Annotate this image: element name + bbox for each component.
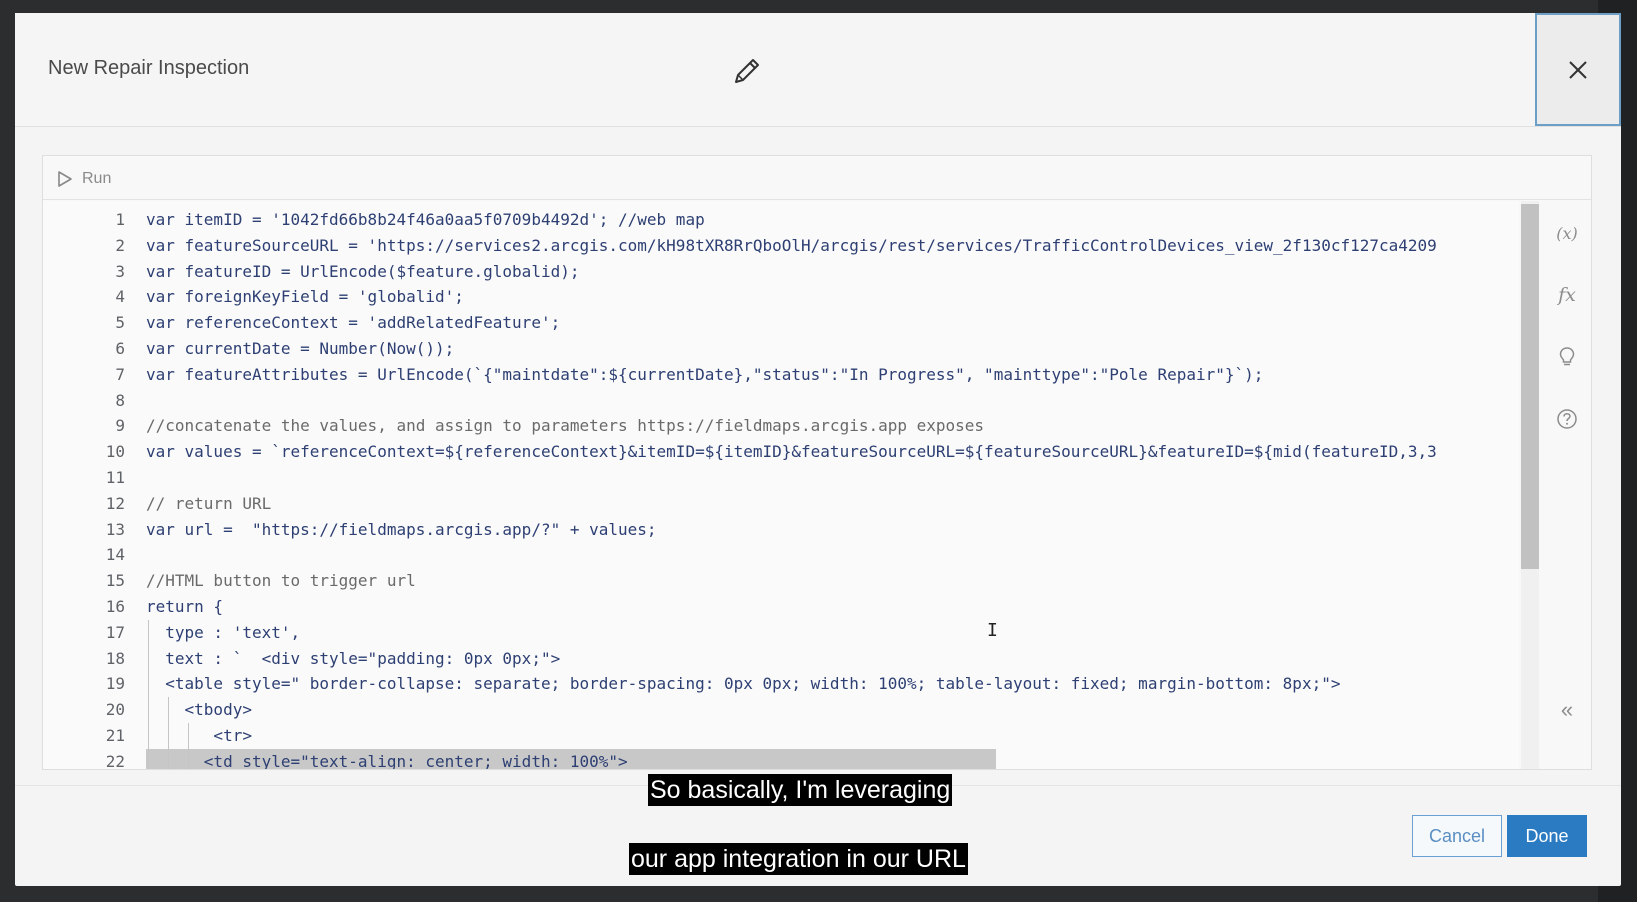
code-line[interactable]: 10 var values = `referenceContext=${refer… xyxy=(43,439,1519,465)
line-number: 17 xyxy=(105,622,125,642)
code-text: return { xyxy=(146,597,224,616)
line-number: 11 xyxy=(105,468,125,487)
run-button[interactable]: Run xyxy=(57,170,111,188)
code-text: type : 'text', xyxy=(146,622,301,642)
line-number: 4 xyxy=(115,287,125,307)
collapse-panel-icon[interactable]: « xyxy=(1553,696,1581,724)
code-line[interactable]: 16 return { xyxy=(43,594,1519,620)
code-line[interactable]: 7 var featureAttributes = UrlEncode(`{"ma… xyxy=(43,362,1519,388)
variables-tool-label: (x) xyxy=(1556,223,1578,243)
code-line[interactable]: 18 text : ` <div style="padding: 0px 0px… xyxy=(43,646,1519,672)
functions-tool-label: fx xyxy=(1558,284,1576,306)
indent-guide xyxy=(148,619,149,769)
code-text: var featureSourceURL = 'https://services… xyxy=(146,235,1437,255)
code-line[interactable]: 2 var featureSourceURL = 'https://service… xyxy=(43,233,1519,259)
line-number: 6 xyxy=(115,339,125,358)
caption-line-1: So basically, I'm leveraging xyxy=(648,774,953,806)
code-text: <table style=" border-collapse: separate… xyxy=(146,674,1341,694)
indent-guide xyxy=(188,723,189,769)
line-number: 8 xyxy=(115,390,125,410)
functions-tool[interactable]: fx xyxy=(1553,281,1581,309)
line-number: 5 xyxy=(115,313,125,333)
dialog-header: New Repair Inspection xyxy=(15,13,1621,127)
cancel-button[interactable]: Cancel xyxy=(1412,815,1502,857)
done-button[interactable]: Done xyxy=(1507,815,1587,857)
code-line[interactable]: 3 var featureID = UrlEncode($feature.glob… xyxy=(43,259,1519,285)
code-line[interactable]: 14 xyxy=(43,542,1519,568)
side-toolbar: (x) fx « xyxy=(1541,201,1591,769)
code-line[interactable]: 11 xyxy=(43,465,1519,491)
line-number: 21 xyxy=(105,726,125,745)
line-number: 16 xyxy=(105,597,125,616)
code-line[interactable]: 9 //concatenate the values, and assign to… xyxy=(43,413,1519,439)
pencil-icon[interactable] xyxy=(727,51,767,91)
code-text: var currentDate = Number(Now()); xyxy=(146,339,455,358)
line-number: 20 xyxy=(105,700,125,720)
code-line[interactable]: 13 var url = "https://fieldmaps.arcgis.ap… xyxy=(43,517,1519,543)
code-line[interactable]: 12 // return URL xyxy=(43,491,1519,517)
editor-scrollbar[interactable] xyxy=(1521,201,1539,769)
close-button[interactable] xyxy=(1535,13,1621,126)
line-number: 2 xyxy=(115,235,125,255)
code-text: //HTML button to trigger url xyxy=(146,571,416,591)
editor-toolbar: Run xyxy=(43,156,1591,200)
line-number: 15 xyxy=(105,571,125,591)
code-text: <tbody> xyxy=(146,700,252,720)
help-icon[interactable] xyxy=(1553,405,1581,433)
line-number: 3 xyxy=(115,261,125,281)
caption-line-2: our app integration in our URL xyxy=(629,843,968,875)
code-line[interactable]: 4 var foreignKeyField = 'globalid'; xyxy=(43,284,1519,310)
line-number: 13 xyxy=(105,519,125,539)
line-number: 10 xyxy=(105,442,125,462)
expression-dialog: New Repair Inspection Run 1 var itemID =… xyxy=(15,13,1621,886)
code-text: <tr> xyxy=(146,726,252,745)
line-number: 19 xyxy=(105,674,125,694)
line-number: 22 xyxy=(105,751,125,769)
line-number: 9 xyxy=(115,416,125,436)
lightbulb-icon[interactable] xyxy=(1553,343,1581,371)
code-line[interactable]: 5 var referenceContext = 'addRelatedFeatu… xyxy=(43,310,1519,336)
line-number: 7 xyxy=(115,364,125,384)
code-text: // return URL xyxy=(146,493,272,513)
code-line[interactable]: 8 xyxy=(43,388,1519,414)
code-text: var itemID = '1042fd66b8b24f46a0aa5f0709… xyxy=(146,210,705,229)
code-line[interactable]: 15 //HTML button to trigger url xyxy=(43,568,1519,594)
collapse-panel-label: « xyxy=(1560,697,1574,722)
code-line[interactable]: 1 var itemID = '1042fd66b8b24f46a0aa5f070… xyxy=(43,207,1519,233)
code-line[interactable]: 22 <td style="text-align: center; width:… xyxy=(43,748,1519,769)
code-text: var foreignKeyField = 'globalid'; xyxy=(146,287,464,307)
play-icon xyxy=(58,171,72,187)
code-line[interactable]: 21 <tr> xyxy=(43,723,1519,749)
code-text: var featureAttributes = UrlEncode(`{"mai… xyxy=(146,364,1264,384)
code-text: var featureID = UrlEncode($feature.globa… xyxy=(146,261,580,281)
code-text-area[interactable]: 1 var itemID = '1042fd66b8b24f46a0aa5f070… xyxy=(43,201,1519,769)
scrollbar-thumb[interactable] xyxy=(1521,204,1539,569)
run-label: Run xyxy=(82,170,112,187)
line-number: 18 xyxy=(105,648,125,668)
code-text: //concatenate the values, and assign to … xyxy=(146,416,985,436)
indent-guide xyxy=(168,697,169,769)
line-number: 1 xyxy=(115,210,125,229)
code-text: var referenceContext = 'addRelatedFeatur… xyxy=(146,313,561,333)
code-editor-panel: Run 1 var itemID = '1042fd66b8b24f46a0aa5… xyxy=(42,155,1592,770)
code-line[interactable]: 20 <tbody> xyxy=(43,697,1519,723)
variables-tool[interactable]: (x) xyxy=(1553,219,1581,247)
code-line[interactable]: 19 <table style=" border-collapse: separ… xyxy=(43,671,1519,697)
code-text: var values = `referenceContext=${referen… xyxy=(146,442,1437,462)
dialog-title: New Repair Inspection xyxy=(48,57,250,79)
code-line[interactable]: 6 var currentDate = Number(Now()); xyxy=(43,336,1519,362)
code-text: text : ` <div style="padding: 0px 0px;"> xyxy=(146,648,561,668)
code-text: var url = "https://fieldmaps.arcgis.app/… xyxy=(146,519,657,539)
code-text: <td style="text-align: center; width: 10… xyxy=(146,751,628,769)
close-icon xyxy=(1569,60,1587,79)
text-cursor-icon: I xyxy=(987,620,998,641)
line-number: 14 xyxy=(105,545,125,565)
code-line[interactable]: 17 type : 'text', xyxy=(43,620,1519,646)
line-number: 12 xyxy=(105,493,125,513)
